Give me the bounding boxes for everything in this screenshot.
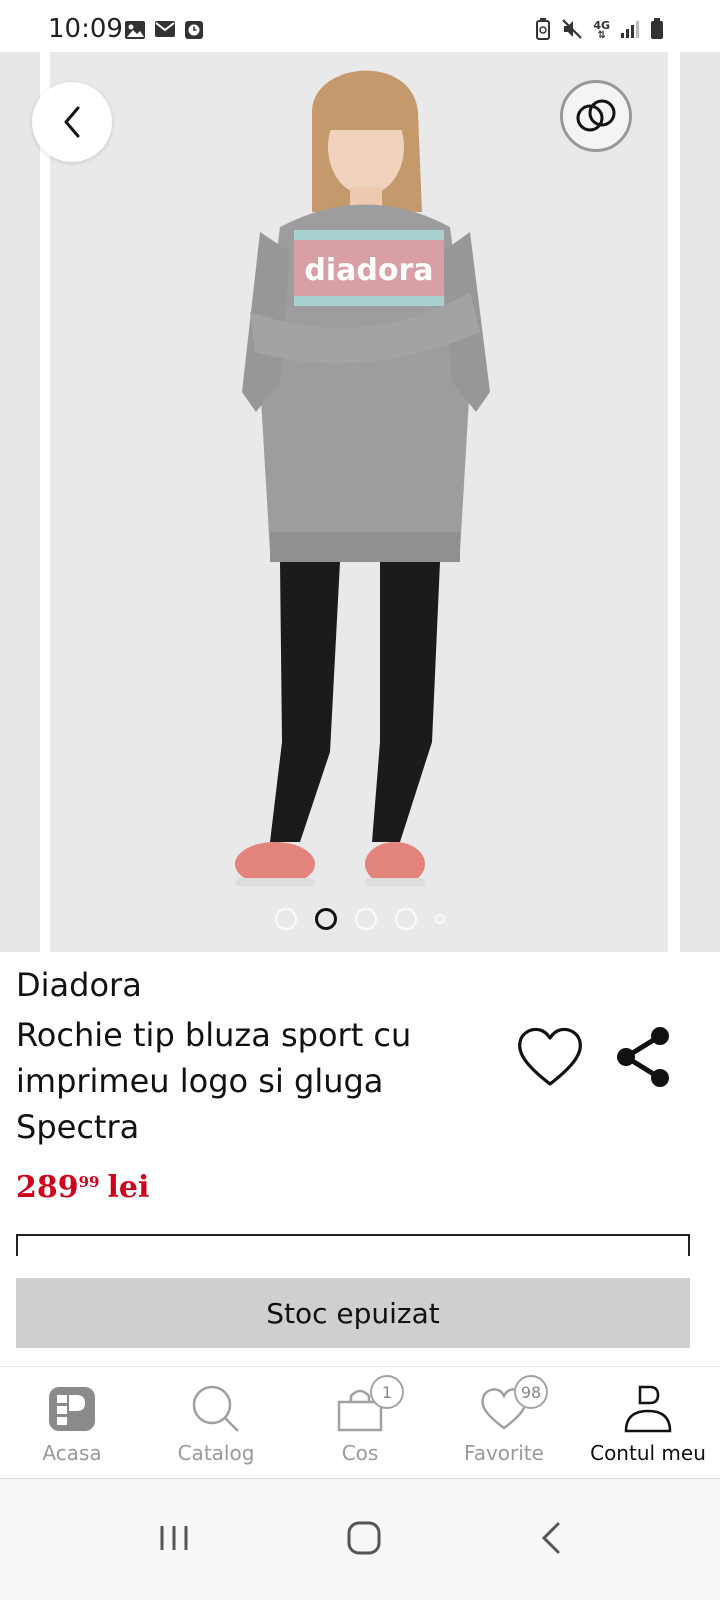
pagination-dot[interactable] bbox=[355, 908, 377, 930]
back-button[interactable] bbox=[32, 82, 112, 162]
nav-label: Catalog bbox=[177, 1441, 255, 1465]
cart-count-badge: 1 bbox=[370, 1375, 404, 1409]
cart-icon: 1 bbox=[330, 1375, 404, 1437]
product-photo-illustration: diadora bbox=[50, 52, 668, 952]
compare-button[interactable] bbox=[560, 80, 632, 152]
product-price: 289 99 lei bbox=[16, 1170, 149, 1205]
nav-item-acasa[interactable]: Acasa bbox=[0, 1367, 144, 1479]
out-of-stock-label: Stoc epuizat bbox=[266, 1296, 440, 1330]
previous-slide-peek[interactable] bbox=[0, 52, 40, 952]
favorites-count-badge: 98 bbox=[514, 1375, 548, 1409]
price-decimal: 99 bbox=[78, 1173, 100, 1191]
next-slide-peek[interactable] bbox=[680, 52, 720, 952]
nav-item-cos[interactable]: 1 Cos bbox=[288, 1367, 432, 1479]
status-bar: 10:09 4G ⇅ bbox=[0, 0, 720, 52]
favorite-button[interactable] bbox=[514, 1022, 586, 1094]
user-icon bbox=[618, 1381, 678, 1437]
pagination-dot[interactable] bbox=[275, 908, 297, 930]
mute-icon bbox=[561, 18, 583, 44]
svg-text:diadora: diadora bbox=[304, 253, 433, 288]
pagination-dot-active[interactable] bbox=[315, 908, 337, 930]
home-icon[interactable] bbox=[346, 1520, 382, 1560]
nav-item-catalog[interactable]: Catalog bbox=[144, 1367, 288, 1479]
product-image[interactable]: diadora bbox=[50, 52, 668, 952]
share-button[interactable] bbox=[612, 1024, 676, 1090]
recent-apps-icon[interactable] bbox=[158, 1522, 190, 1558]
pagination-dot[interactable] bbox=[395, 908, 417, 930]
signal-icon bbox=[620, 19, 640, 43]
home-logo-icon bbox=[42, 1381, 102, 1437]
nav-label: Cos bbox=[341, 1441, 379, 1465]
status-notifications bbox=[124, 20, 204, 44]
system-navigation-bar bbox=[0, 1478, 720, 1600]
share-icon bbox=[617, 1027, 669, 1087]
nav-label: Favorite bbox=[464, 1441, 544, 1465]
product-title: Rochie tip bluza sport cu imprimeu logo … bbox=[16, 1016, 412, 1146]
battery-saver-icon bbox=[535, 18, 551, 44]
battery-icon bbox=[650, 18, 664, 44]
image-icon bbox=[124, 20, 146, 44]
product-gallery[interactable]: diadora bbox=[0, 52, 720, 952]
search-icon bbox=[186, 1381, 246, 1437]
status-system-icons: 4G ⇅ bbox=[535, 18, 664, 44]
price-whole: 289 bbox=[16, 1170, 79, 1205]
size-selector[interactable] bbox=[16, 1234, 690, 1256]
mail-icon bbox=[154, 20, 176, 44]
nav-item-favorite[interactable]: 98 Favorite bbox=[432, 1367, 576, 1479]
pagination-dot[interactable] bbox=[435, 914, 445, 924]
gallery-pagination bbox=[0, 908, 720, 930]
price-currency: lei bbox=[107, 1170, 150, 1205]
status-time: 10:09 bbox=[48, 14, 123, 44]
heart-icon: 98 bbox=[474, 1375, 548, 1437]
bottom-navigation: Acasa Catalog 1 Cos 98 Favorite Contul m… bbox=[0, 1366, 720, 1478]
back-nav-icon[interactable] bbox=[538, 1520, 562, 1560]
clock-icon bbox=[184, 20, 204, 44]
heart-icon bbox=[518, 1027, 582, 1086]
chevron-left-icon bbox=[64, 106, 80, 138]
nav-label: Contul meu bbox=[590, 1441, 706, 1465]
network-4g-icon: 4G ⇅ bbox=[593, 19, 610, 41]
out-of-stock-button[interactable]: Stoc epuizat bbox=[16, 1278, 690, 1348]
compare-rings-icon bbox=[576, 99, 616, 132]
nav-label: Acasa bbox=[42, 1441, 102, 1465]
product-brand[interactable]: Diadora bbox=[16, 966, 142, 1004]
nav-item-contul-meu[interactable]: Contul meu bbox=[576, 1367, 720, 1479]
